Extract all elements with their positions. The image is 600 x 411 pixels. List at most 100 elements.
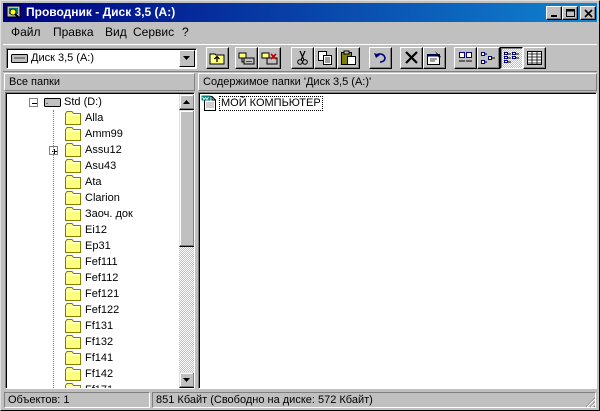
tree-item-folder[interactable]: Alla	[6, 110, 178, 126]
small-icons-view-icon	[481, 52, 495, 64]
tree-item-folder[interactable]: Ff131	[6, 318, 178, 334]
tree-item-label: Fef111	[85, 256, 118, 268]
scroll-thumb[interactable]	[179, 110, 194, 247]
tree-item-folder[interactable]: Ep31	[6, 238, 178, 254]
paste-icon	[341, 50, 356, 65]
close-icon	[584, 9, 593, 18]
tree-item-folder[interactable]: Fef112	[6, 270, 178, 286]
maximize-icon	[566, 9, 575, 17]
minimize-icon	[551, 15, 557, 17]
tree-item-label: Ff142	[85, 368, 114, 380]
scroll-up-button[interactable]	[179, 94, 194, 110]
paste-button[interactable]	[337, 47, 360, 69]
tree-item-folder[interactable]: Fef121	[6, 286, 178, 302]
tree-collapse-toggle[interactable]	[29, 98, 38, 107]
window-title: Проводник - Диск 3,5 (A:)	[26, 5, 176, 19]
tree-item-folder[interactable]: Ff132	[6, 334, 178, 350]
tree-item-folder[interactable]: Amm99	[6, 126, 178, 142]
tree-vertical-scrollbar[interactable]	[179, 94, 194, 388]
tree-item-drive-d[interactable]: Std (D:)	[6, 94, 178, 110]
tree-item-label: Std (D:)	[64, 96, 102, 108]
status-object-count: Объектов: 1	[4, 392, 150, 408]
drive-combo-dropdown[interactable]	[179, 50, 195, 67]
tree-item-label: Alla	[85, 112, 104, 124]
list-view-button[interactable]	[500, 47, 523, 69]
undo-button[interactable]	[369, 47, 392, 69]
tree-item-label: Amm99	[85, 128, 123, 140]
floppy-drive-icon	[11, 54, 28, 63]
map-network-drive-button[interactable]	[235, 47, 258, 69]
menu-tools[interactable]: Сервис	[133, 25, 174, 40]
small-icons-view-button[interactable]	[477, 47, 500, 69]
tree-item-label: Ff171	[85, 382, 113, 388]
properties-icon	[427, 51, 441, 65]
cut-button[interactable]	[291, 47, 314, 69]
tree-item-folder[interactable]: Assu12	[6, 142, 178, 158]
large-icons-view-icon	[459, 52, 472, 62]
web-document-icon	[201, 95, 216, 111]
tree-item-folder[interactable]: Ff171	[6, 382, 178, 388]
details-view-button[interactable]	[523, 47, 546, 69]
tree-item-folder[interactable]: Ff142	[6, 366, 178, 382]
tree-item-folder[interactable]: Ata	[6, 174, 178, 190]
tree-item-label: Ata	[85, 176, 102, 188]
tree-item-folder[interactable]: Заоч. док	[6, 206, 178, 222]
scroll-down-button[interactable]	[179, 372, 194, 388]
tree-item-label: Fef112	[85, 272, 119, 284]
menu-file[interactable]: Файл	[11, 25, 41, 40]
chevron-up-icon	[183, 100, 190, 104]
drive-combo[interactable]: Диск 3,5 (A:)	[6, 48, 197, 69]
menu-edit[interactable]: Правка	[53, 25, 94, 40]
tree-item-folder[interactable]: Clarion	[6, 190, 178, 206]
large-icons-view-button[interactable]	[454, 47, 477, 69]
tree-item-folder[interactable]: Fef122	[6, 302, 178, 318]
chevron-down-icon	[183, 378, 190, 382]
properties-button[interactable]	[423, 47, 446, 69]
undo-icon	[374, 53, 386, 63]
folder-tree[interactable]: Std (D:) Alla Amm99 Assu12 Asu43 Ata Clarion З…	[5, 92, 195, 389]
folder-contents[interactable]: МОЙ КОМПЬЮТЕР	[198, 92, 597, 389]
disconnect-network-drive-icon	[261, 52, 278, 65]
tree-item-label: Заоч. док	[85, 208, 133, 220]
explorer-app-icon[interactable]	[6, 5, 22, 20]
explorer-window: Проводник - Диск 3,5 (A:) Файл Правка Ви…	[0, 0, 600, 411]
tree-item-label: Asu43	[85, 160, 117, 172]
hard-drive-icon	[44, 98, 61, 107]
up-folder-button[interactable]	[206, 47, 229, 69]
details-view-icon	[527, 51, 542, 65]
copy-button[interactable]	[314, 47, 337, 69]
menu-bar: Файл Правка Вид Сервис ?	[3, 23, 597, 42]
status-size-info: 851 Кбайт (Свободно на диске: 572 Кбайт)	[152, 392, 596, 408]
tree-item-label: Ep31	[85, 240, 111, 252]
toolbar: Диск 3,5 (A:)	[3, 44, 597, 72]
file-item-label: МОЙ КОМПЬЮТЕР	[219, 96, 323, 111]
tree-connector-line	[53, 110, 54, 388]
copy-icon	[318, 51, 332, 65]
tree-item-folder[interactable]: Ff141	[6, 350, 178, 366]
resize-grip-icon[interactable]	[584, 396, 596, 408]
up-folder-icon	[209, 53, 225, 65]
map-network-drive-icon	[238, 52, 255, 65]
minus-icon	[32, 103, 37, 104]
close-button[interactable]	[580, 6, 596, 20]
tree-item-label: Ff132	[85, 336, 114, 348]
menu-view[interactable]: Вид	[105, 25, 127, 40]
menu-help[interactable]: ?	[182, 25, 189, 40]
minimize-button[interactable]	[546, 6, 562, 20]
tree-item-folder[interactable]: Asu43	[6, 158, 178, 174]
chevron-down-icon	[183, 56, 190, 60]
cut-icon	[297, 50, 308, 65]
tree-item-folder[interactable]: Ei12	[6, 222, 178, 238]
tree-item-label: Fef121	[85, 288, 120, 300]
title-bar[interactable]: Проводник - Диск 3,5 (A:)	[3, 3, 597, 22]
maximize-button[interactable]	[562, 6, 578, 20]
disconnect-network-drive-button[interactable]	[258, 47, 281, 69]
tree-item-label: Ei12	[85, 224, 108, 236]
tree-item-label: Ff131	[85, 320, 114, 332]
tree-pane-header: Все папки	[4, 73, 195, 91]
tree-item-label: Fef122	[85, 304, 120, 316]
tree-item-folder[interactable]: Fef111	[6, 254, 178, 270]
status-bar: Объектов: 1 851 Кбайт (Свободно на диске…	[3, 391, 597, 409]
delete-button[interactable]	[400, 47, 423, 69]
tree-item-label: Assu12	[85, 144, 122, 156]
